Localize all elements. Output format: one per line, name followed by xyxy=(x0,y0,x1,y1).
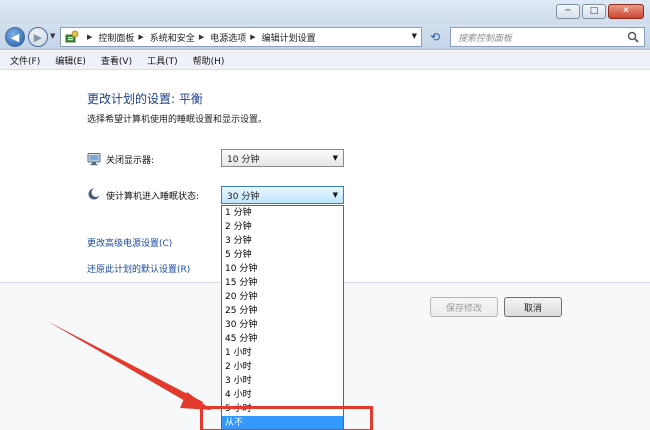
dropdown-option[interactable]: 30 分钟 xyxy=(222,318,343,332)
dropdown-option[interactable]: 25 分钟 xyxy=(222,304,343,318)
forward-arrow-icon: ▶ xyxy=(33,30,43,44)
display-off-label: 关闭显示器: xyxy=(106,156,155,166)
display-off-value: 10 分钟 xyxy=(227,154,260,165)
chevron-down-icon: ▼ xyxy=(332,154,338,162)
page-description: 选择希望计算机使用的睡眠设置和显示设置。 xyxy=(87,115,268,125)
dropdown-option[interactable]: 1 分钟 xyxy=(222,206,343,220)
back-arrow-icon: ◀ xyxy=(10,30,20,44)
address-dropdown-icon[interactable]: ▼ xyxy=(412,32,417,40)
dropdown-option-never[interactable]: 从不 xyxy=(222,416,343,430)
breadcrumb-system-security[interactable]: 系统和安全 xyxy=(150,31,195,44)
dropdown-option[interactable]: 2 分钟 xyxy=(222,220,343,234)
refresh-button[interactable]: ⟲ xyxy=(425,27,445,47)
sleep-select[interactable]: 30 分钟 ▼ xyxy=(221,186,344,204)
monitor-icon xyxy=(87,153,101,166)
address-bar[interactable]: ▶ 控制面板 ▶ 系统和安全 ▶ 电源选项 ▶ 编辑计划设置 ▼ xyxy=(60,27,422,47)
dropdown-option[interactable]: 20 分钟 xyxy=(222,290,343,304)
dropdown-option[interactable]: 3 小时 xyxy=(222,374,343,388)
close-button[interactable]: ✕ xyxy=(608,4,644,19)
content-area: 更改计划的设置: 平衡 选择希望计算机使用的睡眠设置和显示设置。 关闭显示器: … xyxy=(0,70,650,430)
moon-icon xyxy=(88,188,101,200)
breadcrumb-separator: ▶ xyxy=(138,33,144,41)
refresh-icon: ⟲ xyxy=(429,30,441,44)
menu-edit[interactable]: 编辑(E) xyxy=(55,54,86,67)
control-panel-icon xyxy=(65,30,79,43)
dropdown-option[interactable]: 1 小时 xyxy=(222,346,343,360)
menu-view[interactable]: 查看(V) xyxy=(101,54,132,67)
dropdown-option[interactable]: 45 分钟 xyxy=(222,332,343,346)
menu-tools[interactable]: 工具(T) xyxy=(147,54,178,67)
title-bar: ─ □ ✕ xyxy=(0,0,650,24)
breadcrumb-separator: ▶ xyxy=(250,33,256,41)
advanced-power-settings-link[interactable]: 更改高级电源设置(C) xyxy=(87,236,172,249)
breadcrumb-separator: ▶ xyxy=(87,33,93,41)
breadcrumb-power-options[interactable]: 电源选项 xyxy=(210,31,246,44)
forward-button[interactable]: ▶ xyxy=(28,27,48,47)
sleep-value: 30 分钟 xyxy=(227,191,260,202)
display-off-select[interactable]: 10 分钟 ▼ xyxy=(221,149,344,167)
dropdown-option[interactable]: 5 分钟 xyxy=(222,248,343,262)
menu-file[interactable]: 文件(F) xyxy=(10,54,40,67)
dropdown-option[interactable]: 5 小时 xyxy=(222,402,343,416)
breadcrumb-edit-plan[interactable]: 编辑计划设置 xyxy=(262,31,316,44)
dropdown-option[interactable]: 3 分钟 xyxy=(222,234,343,248)
menu-bar: 文件(F) 编辑(E) 查看(V) 工具(T) 帮助(H) xyxy=(0,51,650,70)
dropdown-option[interactable]: 10 分钟 xyxy=(222,262,343,276)
back-button[interactable]: ◀ xyxy=(5,27,25,47)
search-icon[interactable] xyxy=(627,31,639,43)
menu-help[interactable]: 帮助(H) xyxy=(193,54,225,67)
breadcrumb-separator: ▶ xyxy=(198,33,205,41)
maximize-button[interactable]: □ xyxy=(582,4,606,19)
sleep-dropdown-list: 1 分钟 2 分钟 3 分钟 5 分钟 10 分钟 15 分钟 20 分钟 25… xyxy=(221,205,344,430)
page-title: 更改计划的设置: 平衡 xyxy=(87,92,203,106)
restore-defaults-link[interactable]: 还原此计划的默认设置(R) xyxy=(87,262,190,275)
history-dropdown-icon[interactable]: ▼ xyxy=(50,32,55,40)
search-placeholder: 搜索控制面板 xyxy=(458,33,513,44)
dropdown-option[interactable]: 2 小时 xyxy=(222,360,343,374)
save-changes-button[interactable]: 保存修改 xyxy=(430,297,498,317)
minimize-button[interactable]: ─ xyxy=(556,4,580,19)
dropdown-option[interactable]: 4 小时 xyxy=(222,388,343,402)
dropdown-option[interactable]: 15 分钟 xyxy=(222,276,343,290)
cancel-button[interactable]: 取消 xyxy=(504,297,562,317)
search-box[interactable]: 搜索控制面板 xyxy=(450,27,645,47)
address-row: ◀ ▶ ▼ ▶ 控制面板 ▶ 系统和安全 ▶ 电源选项 ▶ 编辑计划设置 ▼ ⟲… xyxy=(0,24,650,50)
breadcrumb-control-panel[interactable]: 控制面板 xyxy=(98,31,134,44)
caption-buttons: ─ □ ✕ xyxy=(554,4,644,19)
chevron-down-icon: ▼ xyxy=(332,191,338,199)
sleep-label: 使计算机进入睡眠状态: xyxy=(106,192,200,202)
